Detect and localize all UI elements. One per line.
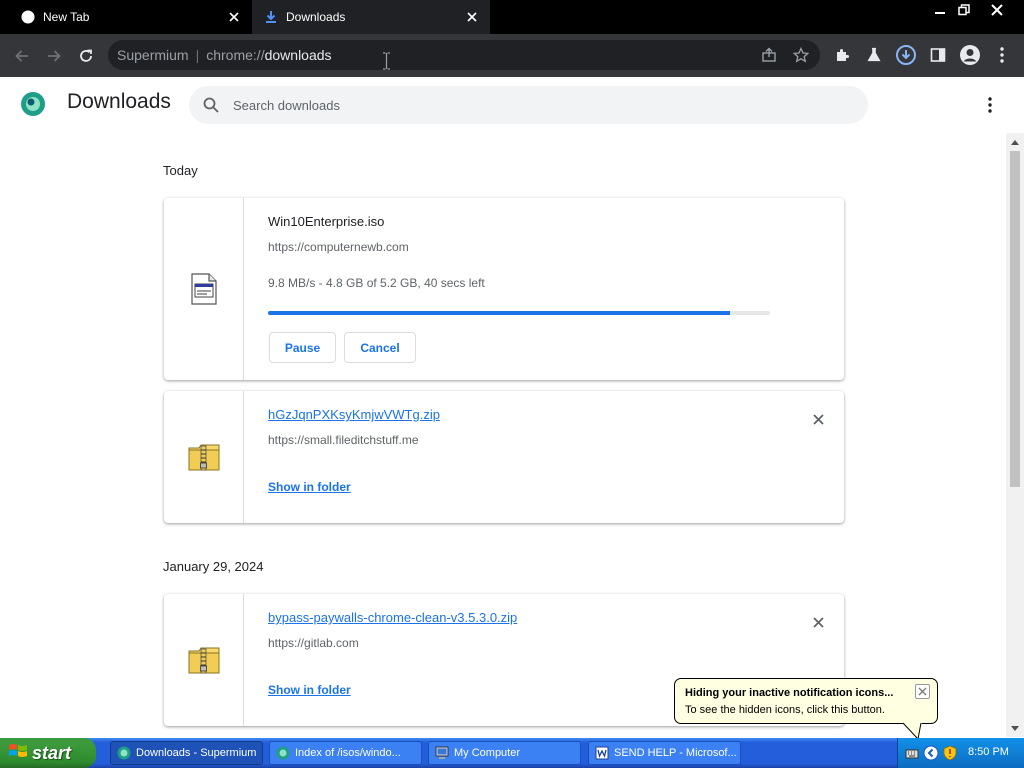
download-source-url[interactable]: https://small.fileditchstuff.me: [268, 433, 419, 447]
show-in-folder-link[interactable]: Show in folder: [268, 683, 351, 697]
file-icon-column: [164, 391, 244, 523]
start-label: start: [32, 742, 72, 763]
omnibox-separator: |: [195, 47, 200, 63]
download-progress-fill: [268, 311, 730, 315]
minimize-icon[interactable]: [929, 0, 951, 20]
labs-flask-icon[interactable]: [862, 43, 886, 67]
back-icon[interactable]: [9, 43, 35, 69]
tab-new-tab[interactable]: New Tab: [0, 0, 252, 34]
taskbar-item-label: My Computer: [454, 747, 521, 759]
iso-file-icon: [190, 273, 217, 305]
browser-menu-icon[interactable]: [990, 43, 1014, 67]
taskbar-item-downloads-supermium[interactable]: Downloads - Supermium: [110, 741, 263, 765]
balloon-text: To see the hidden icons, click this butt…: [685, 704, 885, 716]
page-title: Downloads: [67, 90, 171, 113]
download-icon: [263, 9, 279, 25]
search-icon: [202, 96, 220, 114]
taskbar-item-label: Index of /isos/windo...: [295, 747, 401, 759]
download-progress-bar: [268, 311, 770, 315]
close-window-icon[interactable]: [986, 0, 1008, 20]
zip-folder-icon: [188, 647, 219, 674]
more-actions-icon[interactable]: [980, 95, 1000, 115]
section-date-today: Today: [163, 163, 198, 178]
windows-logo-icon: [8, 742, 28, 765]
tab-close-icon[interactable]: [462, 7, 482, 27]
forward-icon[interactable]: [41, 43, 67, 69]
scrollbar-thumb[interactable]: [1010, 151, 1020, 487]
download-item: hGzJqnPXKsyKmjwVWTg.zip https://small.fi…: [164, 391, 844, 523]
scroll-up-arrow-icon[interactable]: [1010, 137, 1020, 147]
supermium-logo-icon: [20, 91, 46, 117]
file-icon-column: [164, 594, 244, 726]
download-filename-link[interactable]: bypass-paywalls-chrome-clean-v3.5.3.0.zi…: [268, 610, 517, 625]
taskbar-item-label: SEND HELP - Microsof...: [614, 747, 737, 759]
scroll-down-arrow-icon[interactable]: [1010, 723, 1020, 733]
pause-button[interactable]: Pause: [269, 332, 336, 363]
supermium-icon: [117, 746, 131, 760]
cancel-button[interactable]: Cancel: [344, 332, 416, 363]
taskbar-item-index-of-isos[interactable]: Index of /isos/windo...: [269, 741, 422, 765]
security-shield-icon[interactable]: [942, 745, 958, 761]
search-box[interactable]: [189, 86, 868, 124]
remove-from-list-icon[interactable]: [808, 409, 828, 429]
file-icon-column: [164, 198, 244, 380]
extensions-icon[interactable]: [830, 43, 854, 67]
text-cursor-icon: [382, 52, 391, 70]
download-source-url[interactable]: https://gitlab.com: [268, 636, 359, 650]
download-indicator-icon[interactable]: [894, 43, 918, 67]
download-filename-link[interactable]: hGzJqnPXKsyKmjwVWTg.zip: [268, 407, 440, 422]
remove-from-list-icon[interactable]: [808, 612, 828, 632]
search-input[interactable]: [233, 94, 833, 116]
show-hidden-icons-button[interactable]: [923, 745, 939, 761]
omnibox-host: downloads: [264, 47, 332, 63]
omnibox-scheme: chrome://: [206, 47, 265, 63]
taskbar-item-my-computer[interactable]: My Computer: [428, 741, 581, 765]
tab-downloads[interactable]: Downloads: [252, 0, 490, 34]
taskbar-clock: 8:50 PM: [968, 746, 1009, 758]
bookmark-star-icon[interactable]: [792, 46, 810, 64]
word-document-icon: [595, 746, 609, 760]
vertical-scrollbar[interactable]: [1006, 133, 1024, 737]
download-source-url[interactable]: https://computernewb.com: [268, 240, 409, 254]
system-tray: 8:50 PM: [897, 738, 1024, 768]
my-computer-icon: [435, 746, 449, 760]
download-item-active: Win10Enterprise.iso https://computernewb…: [164, 198, 844, 380]
start-button[interactable]: start: [0, 738, 96, 768]
download-filename: Win10Enterprise.iso: [268, 214, 385, 229]
section-date: January 29, 2024: [163, 559, 264, 574]
tab-title: Downloads: [286, 10, 346, 24]
downloads-list: Today Win10Enterprise.iso https://comput…: [0, 133, 1006, 737]
side-panel-icon[interactable]: [926, 43, 950, 67]
balloon-close-icon[interactable]: [915, 684, 930, 699]
tab-strip: New Tab Downloads: [0, 0, 1024, 34]
restore-icon[interactable]: [953, 0, 975, 20]
notification-balloon[interactable]: Hiding your inactive notification icons.…: [674, 678, 938, 724]
globe-icon: [20, 9, 36, 25]
address-bar[interactable]: Supermium | chrome:// downloads: [108, 40, 820, 70]
taskbar-item-label: Downloads - Supermium: [136, 747, 257, 759]
show-in-folder-link[interactable]: Show in folder: [268, 480, 351, 494]
profile-avatar-icon[interactable]: [958, 43, 982, 67]
tab-close-icon[interactable]: [224, 7, 244, 27]
reload-icon[interactable]: [73, 43, 99, 69]
zip-folder-icon: [188, 444, 219, 471]
share-icon[interactable]: [760, 46, 778, 64]
tab-title: New Tab: [43, 10, 90, 24]
supermium-icon: [276, 746, 290, 760]
taskbar: start Downloads - Supermium Index of /is…: [0, 738, 1024, 768]
downloads-header: Downloads: [0, 77, 1024, 133]
taskbar-item-send-help-word[interactable]: SEND HELP - Microsof...: [588, 741, 741, 765]
omnibox-brand: Supermium: [117, 47, 189, 63]
keyboard-icon[interactable]: [904, 745, 920, 761]
download-status: 9.8 MB/s - 4.8 GB of 5.2 GB, 40 secs lef…: [268, 276, 485, 290]
browser-toolbar: Supermium | chrome:// downloads: [0, 34, 1024, 77]
balloon-title: Hiding your inactive notification icons.…: [685, 687, 894, 699]
